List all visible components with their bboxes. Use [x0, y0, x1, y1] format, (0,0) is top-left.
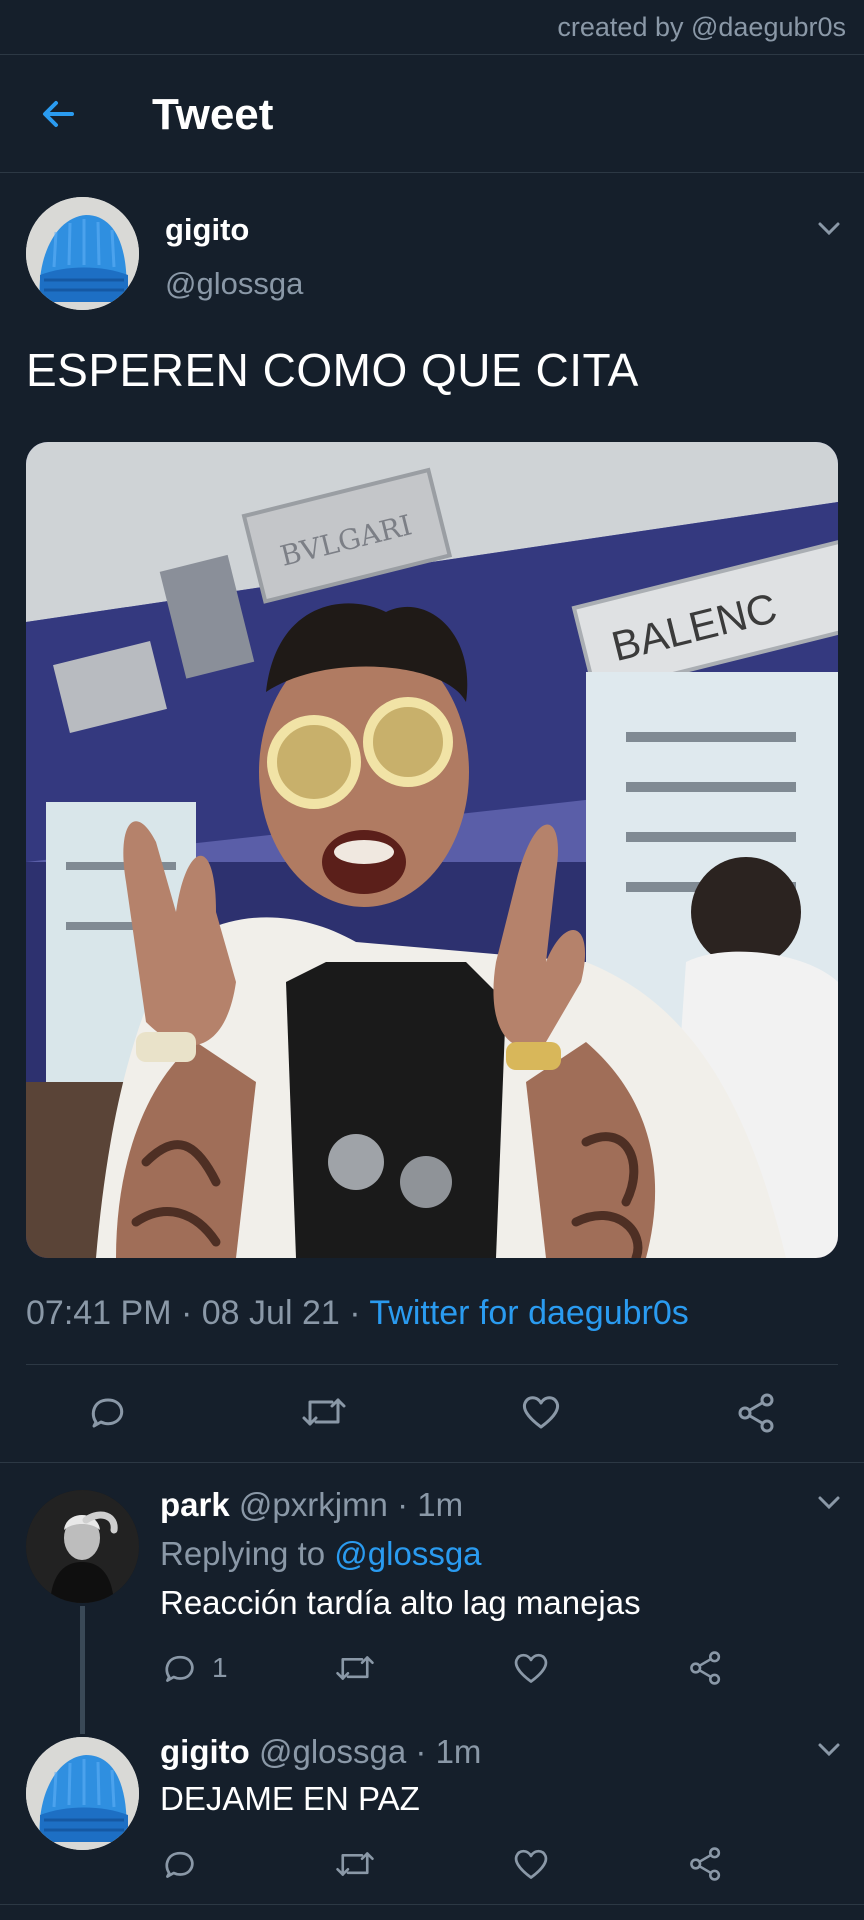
tweet-image[interactable]: BVLGARI BALENC: [26, 442, 838, 1258]
heart-icon: [522, 1396, 560, 1429]
divider: [0, 54, 864, 55]
divider: [0, 1904, 864, 1905]
reply-header: park @pxrkjmn · 1m: [160, 1486, 463, 1524]
like-button[interactable]: [512, 1846, 550, 1882]
separator-dot: ·: [349, 1294, 370, 1332]
arrow-left-icon[interactable]: [38, 94, 78, 134]
reply-button[interactable]: 1: [162, 1650, 228, 1686]
separator-dot: ·: [180, 1294, 202, 1332]
share-icon: [690, 1847, 721, 1881]
share-button[interactable]: [688, 1650, 724, 1686]
tweet-meta: 07:41 PM · 08 Jul 21 · Twitter for daegu…: [26, 1294, 689, 1333]
share-icon: [690, 1651, 721, 1685]
reply-author-handle[interactable]: @glossga: [259, 1733, 406, 1770]
reply-author-handle[interactable]: @pxrkjmn: [239, 1486, 388, 1523]
avatar[interactable]: [26, 197, 139, 310]
comment-icon: [165, 1851, 194, 1878]
heart-icon: [514, 1653, 548, 1683]
share-button[interactable]: [688, 1846, 724, 1882]
divider: [0, 172, 864, 173]
meme-photo: BVLGARI BALENC: [26, 442, 838, 1258]
beanie-avatar-icon: [26, 197, 139, 310]
reply-button[interactable]: [88, 1392, 128, 1432]
tweet-source-link[interactable]: Twitter for daegubr0s: [369, 1294, 688, 1332]
top-bar: Tweet: [0, 56, 864, 172]
divider: [26, 1364, 838, 1365]
reply-text: Reacción tardía alto lag manejas: [160, 1584, 641, 1621]
reply-actions: 1: [0, 1648, 864, 1692]
tweet-actions: [0, 1388, 864, 1438]
avatar[interactable]: [26, 1490, 139, 1603]
separator-dot: ·: [397, 1486, 418, 1523]
tweet-text: ESPEREN COMO QUE CITA: [26, 344, 639, 396]
watermark: created by @daegubr0s: [557, 12, 846, 42]
comment-icon: [165, 1655, 194, 1682]
reply-count: 1: [212, 1652, 228, 1683]
person-photo-avatar-icon: [26, 1490, 139, 1603]
like-button[interactable]: [512, 1650, 550, 1686]
beanie-avatar-icon: [26, 1737, 139, 1850]
like-button[interactable]: [520, 1392, 562, 1432]
avatar[interactable]: [26, 1737, 139, 1850]
retweet-button[interactable]: [300, 1392, 348, 1432]
retweet-icon: [336, 1656, 374, 1680]
chevron-down-icon[interactable]: [817, 1495, 841, 1511]
author-name[interactable]: gigito: [165, 212, 249, 248]
replying-to-link[interactable]: @glossga: [334, 1535, 481, 1572]
retweet-button[interactable]: [334, 1846, 376, 1882]
share-button[interactable]: [736, 1392, 778, 1434]
comment-icon: [91, 1398, 124, 1428]
tweet-date: 08 Jul 21: [201, 1294, 340, 1332]
reply-button[interactable]: [162, 1846, 198, 1882]
divider: [0, 1462, 864, 1463]
replying-to-label: Replying to: [160, 1535, 326, 1572]
retweet-icon: [302, 1398, 346, 1426]
author-handle[interactable]: @glossga: [165, 266, 303, 302]
share-icon: [738, 1393, 774, 1433]
reply-text: DEJAME EN PAZ: [160, 1780, 420, 1817]
separator-dot: ·: [415, 1733, 436, 1770]
reply-author-name[interactable]: gigito: [160, 1733, 250, 1770]
replying-to: Replying to @glossga: [160, 1535, 482, 1573]
reply-author-name[interactable]: park: [160, 1486, 230, 1523]
page-title: Tweet: [152, 90, 274, 139]
chevron-down-icon[interactable]: [817, 1742, 841, 1758]
reply-time: 1m: [417, 1486, 464, 1523]
reply-header: gigito @glossga · 1m: [160, 1733, 481, 1771]
heart-icon: [514, 1849, 548, 1879]
reply-time: 1m: [435, 1733, 482, 1770]
retweet-icon: [336, 1852, 374, 1876]
reply-actions: [0, 1844, 864, 1888]
tweet-time: 07:41 PM: [26, 1294, 172, 1332]
retweet-button[interactable]: [334, 1650, 376, 1686]
chevron-down-icon[interactable]: [817, 221, 841, 237]
